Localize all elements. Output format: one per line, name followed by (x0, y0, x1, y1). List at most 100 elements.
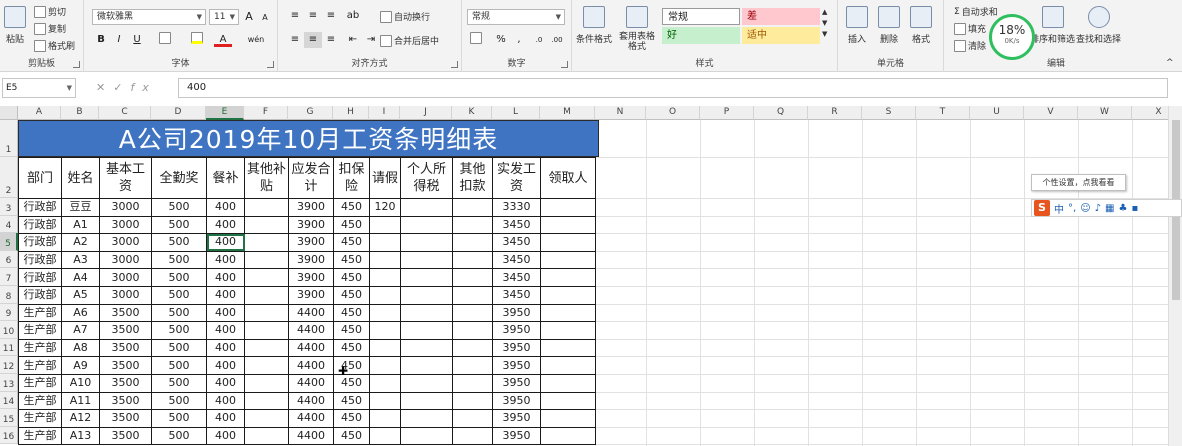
table-cell[interactable]: 450 (333, 215, 370, 235)
table-cell[interactable] (540, 198, 596, 217)
table-cell[interactable]: 3500 (99, 409, 152, 428)
column-header-x[interactable]: X (1132, 106, 1168, 120)
table-cell[interactable]: 3900 (288, 215, 334, 235)
table-cell[interactable]: 3000 (99, 198, 152, 217)
table-cell[interactable]: 3900 (288, 233, 334, 252)
align-center-button[interactable]: ≡ (304, 32, 322, 48)
table-cell[interactable]: 500 (151, 198, 207, 217)
row-header-6[interactable]: 6 (0, 250, 18, 269)
table-cell[interactable]: 400 (206, 321, 245, 340)
table-cell[interactable] (540, 233, 596, 252)
find-select-button[interactable]: 查找和选择 (1076, 6, 1121, 45)
table-cell[interactable] (452, 426, 493, 446)
table-cell[interactable]: A7 (61, 321, 100, 340)
fx-icon[interactable]: fx (130, 81, 156, 94)
emoji-icon[interactable]: ☺ (1080, 203, 1090, 214)
apps-icon[interactable]: ▪ (1131, 203, 1138, 214)
header-cell[interactable]: 扣保险 (333, 157, 370, 199)
table-cell[interactable]: 4400 (288, 373, 334, 393)
table-cell[interactable] (540, 321, 596, 340)
table-cell[interactable]: 4400 (288, 303, 334, 323)
table-cell[interactable]: A9 (61, 356, 100, 375)
styles-scroll[interactable]: ▲ ▼ ▼ (822, 8, 827, 38)
column-header-d[interactable]: D (151, 106, 206, 120)
table-cell[interactable]: 500 (151, 373, 207, 393)
table-cell[interactable]: 450 (333, 391, 370, 411)
align-bottom-button[interactable]: ≡ (322, 8, 340, 24)
table-cell[interactable]: 500 (151, 285, 207, 305)
table-cell[interactable]: 3950 (492, 391, 541, 411)
table-cell[interactable]: 500 (151, 356, 207, 375)
table-cell[interactable]: 3500 (99, 338, 152, 358)
header-cell[interactable]: 餐补 (206, 157, 245, 199)
table-cell[interactable] (540, 338, 596, 358)
column-header-g[interactable]: G (288, 106, 333, 120)
table-cell[interactable] (244, 233, 289, 252)
border-button[interactable] (156, 32, 174, 48)
bold-button[interactable]: B (92, 32, 110, 48)
underline-button[interactable]: U (128, 32, 146, 48)
style-normal[interactable]: 常规 (662, 8, 740, 25)
percent-button[interactable]: % (492, 32, 510, 48)
table-cell[interactable]: 3950 (492, 338, 541, 358)
table-cell[interactable]: 500 (151, 391, 207, 411)
row-header-13[interactable]: 13 (0, 374, 18, 392)
table-cell[interactable]: 4400 (288, 426, 334, 446)
punctuation-icon[interactable]: °, (1068, 203, 1076, 214)
table-cell[interactable]: 行政部 (18, 215, 62, 235)
vertical-scrollbar[interactable] (1168, 106, 1182, 446)
table-cell[interactable]: 3000 (99, 268, 152, 287)
table-cell[interactable]: 400 (206, 356, 245, 375)
microphone-icon[interactable]: ♪ (1095, 203, 1101, 214)
table-cell[interactable] (369, 268, 401, 287)
table-cell[interactable]: A4 (61, 268, 100, 287)
column-header-t[interactable]: T (916, 106, 970, 120)
header-cell[interactable]: 姓名 (61, 157, 100, 199)
table-cell[interactable]: 400 (206, 391, 245, 411)
table-cell[interactable]: 3900 (288, 285, 334, 305)
table-cell[interactable]: 500 (151, 233, 207, 252)
skin-icon[interactable]: ♣ (1118, 203, 1127, 214)
table-cell[interactable]: 3500 (99, 303, 152, 323)
number-format-select[interactable]: 常规 ▼ (467, 9, 565, 25)
table-cell[interactable] (369, 321, 401, 340)
align-right-button[interactable]: ≡ (322, 32, 340, 48)
table-cell[interactable] (244, 373, 289, 393)
column-header-j[interactable]: J (400, 106, 452, 120)
table-cell[interactable] (452, 215, 493, 235)
table-cell[interactable]: 3500 (99, 391, 152, 411)
table-cell[interactable] (540, 285, 596, 305)
table-cell[interactable]: A12 (61, 409, 100, 428)
table-cell[interactable]: 3450 (492, 233, 541, 252)
collapse-ribbon-button[interactable]: ^ (1166, 58, 1174, 68)
shrink-font-button[interactable]: A (256, 10, 274, 26)
table-cell[interactable] (244, 250, 289, 270)
comma-button[interactable]: , (510, 32, 528, 48)
copy-button[interactable]: 复制 (34, 22, 66, 35)
table-cell[interactable]: 3900 (288, 268, 334, 287)
table-cell[interactable]: 500 (151, 409, 207, 428)
table-cell[interactable]: 400 (206, 233, 245, 252)
table-cell[interactable]: 3450 (492, 215, 541, 235)
table-cell[interactable]: 4400 (288, 321, 334, 340)
column-header-n[interactable]: N (595, 106, 646, 120)
table-cell[interactable]: 500 (151, 321, 207, 340)
table-cell[interactable] (400, 250, 453, 270)
header-cell[interactable]: 应发合计 (288, 157, 334, 199)
sort-filter-button[interactable]: 排序和筛选 (1030, 6, 1075, 45)
increase-decimal-button[interactable]: .0 (530, 32, 548, 48)
table-cell[interactable]: 行政部 (18, 233, 62, 252)
alignment-launcher[interactable] (451, 61, 458, 68)
table-cell[interactable] (244, 215, 289, 235)
table-cell[interactable] (452, 321, 493, 340)
table-cell[interactable]: A3 (61, 250, 100, 270)
header-cell[interactable]: 其他扣款 (452, 157, 493, 199)
column-header-r[interactable]: R (808, 106, 862, 120)
fill-button[interactable]: 填充 (954, 22, 986, 35)
table-cell[interactable]: 生产部 (18, 303, 62, 323)
font-name-select[interactable]: 微软雅黑 ▼ (92, 9, 206, 25)
table-cell[interactable] (369, 338, 401, 358)
row-header-4[interactable]: 4 (0, 215, 18, 234)
align-top-button[interactable]: ≡ (286, 8, 304, 24)
table-cell[interactable] (400, 303, 453, 323)
